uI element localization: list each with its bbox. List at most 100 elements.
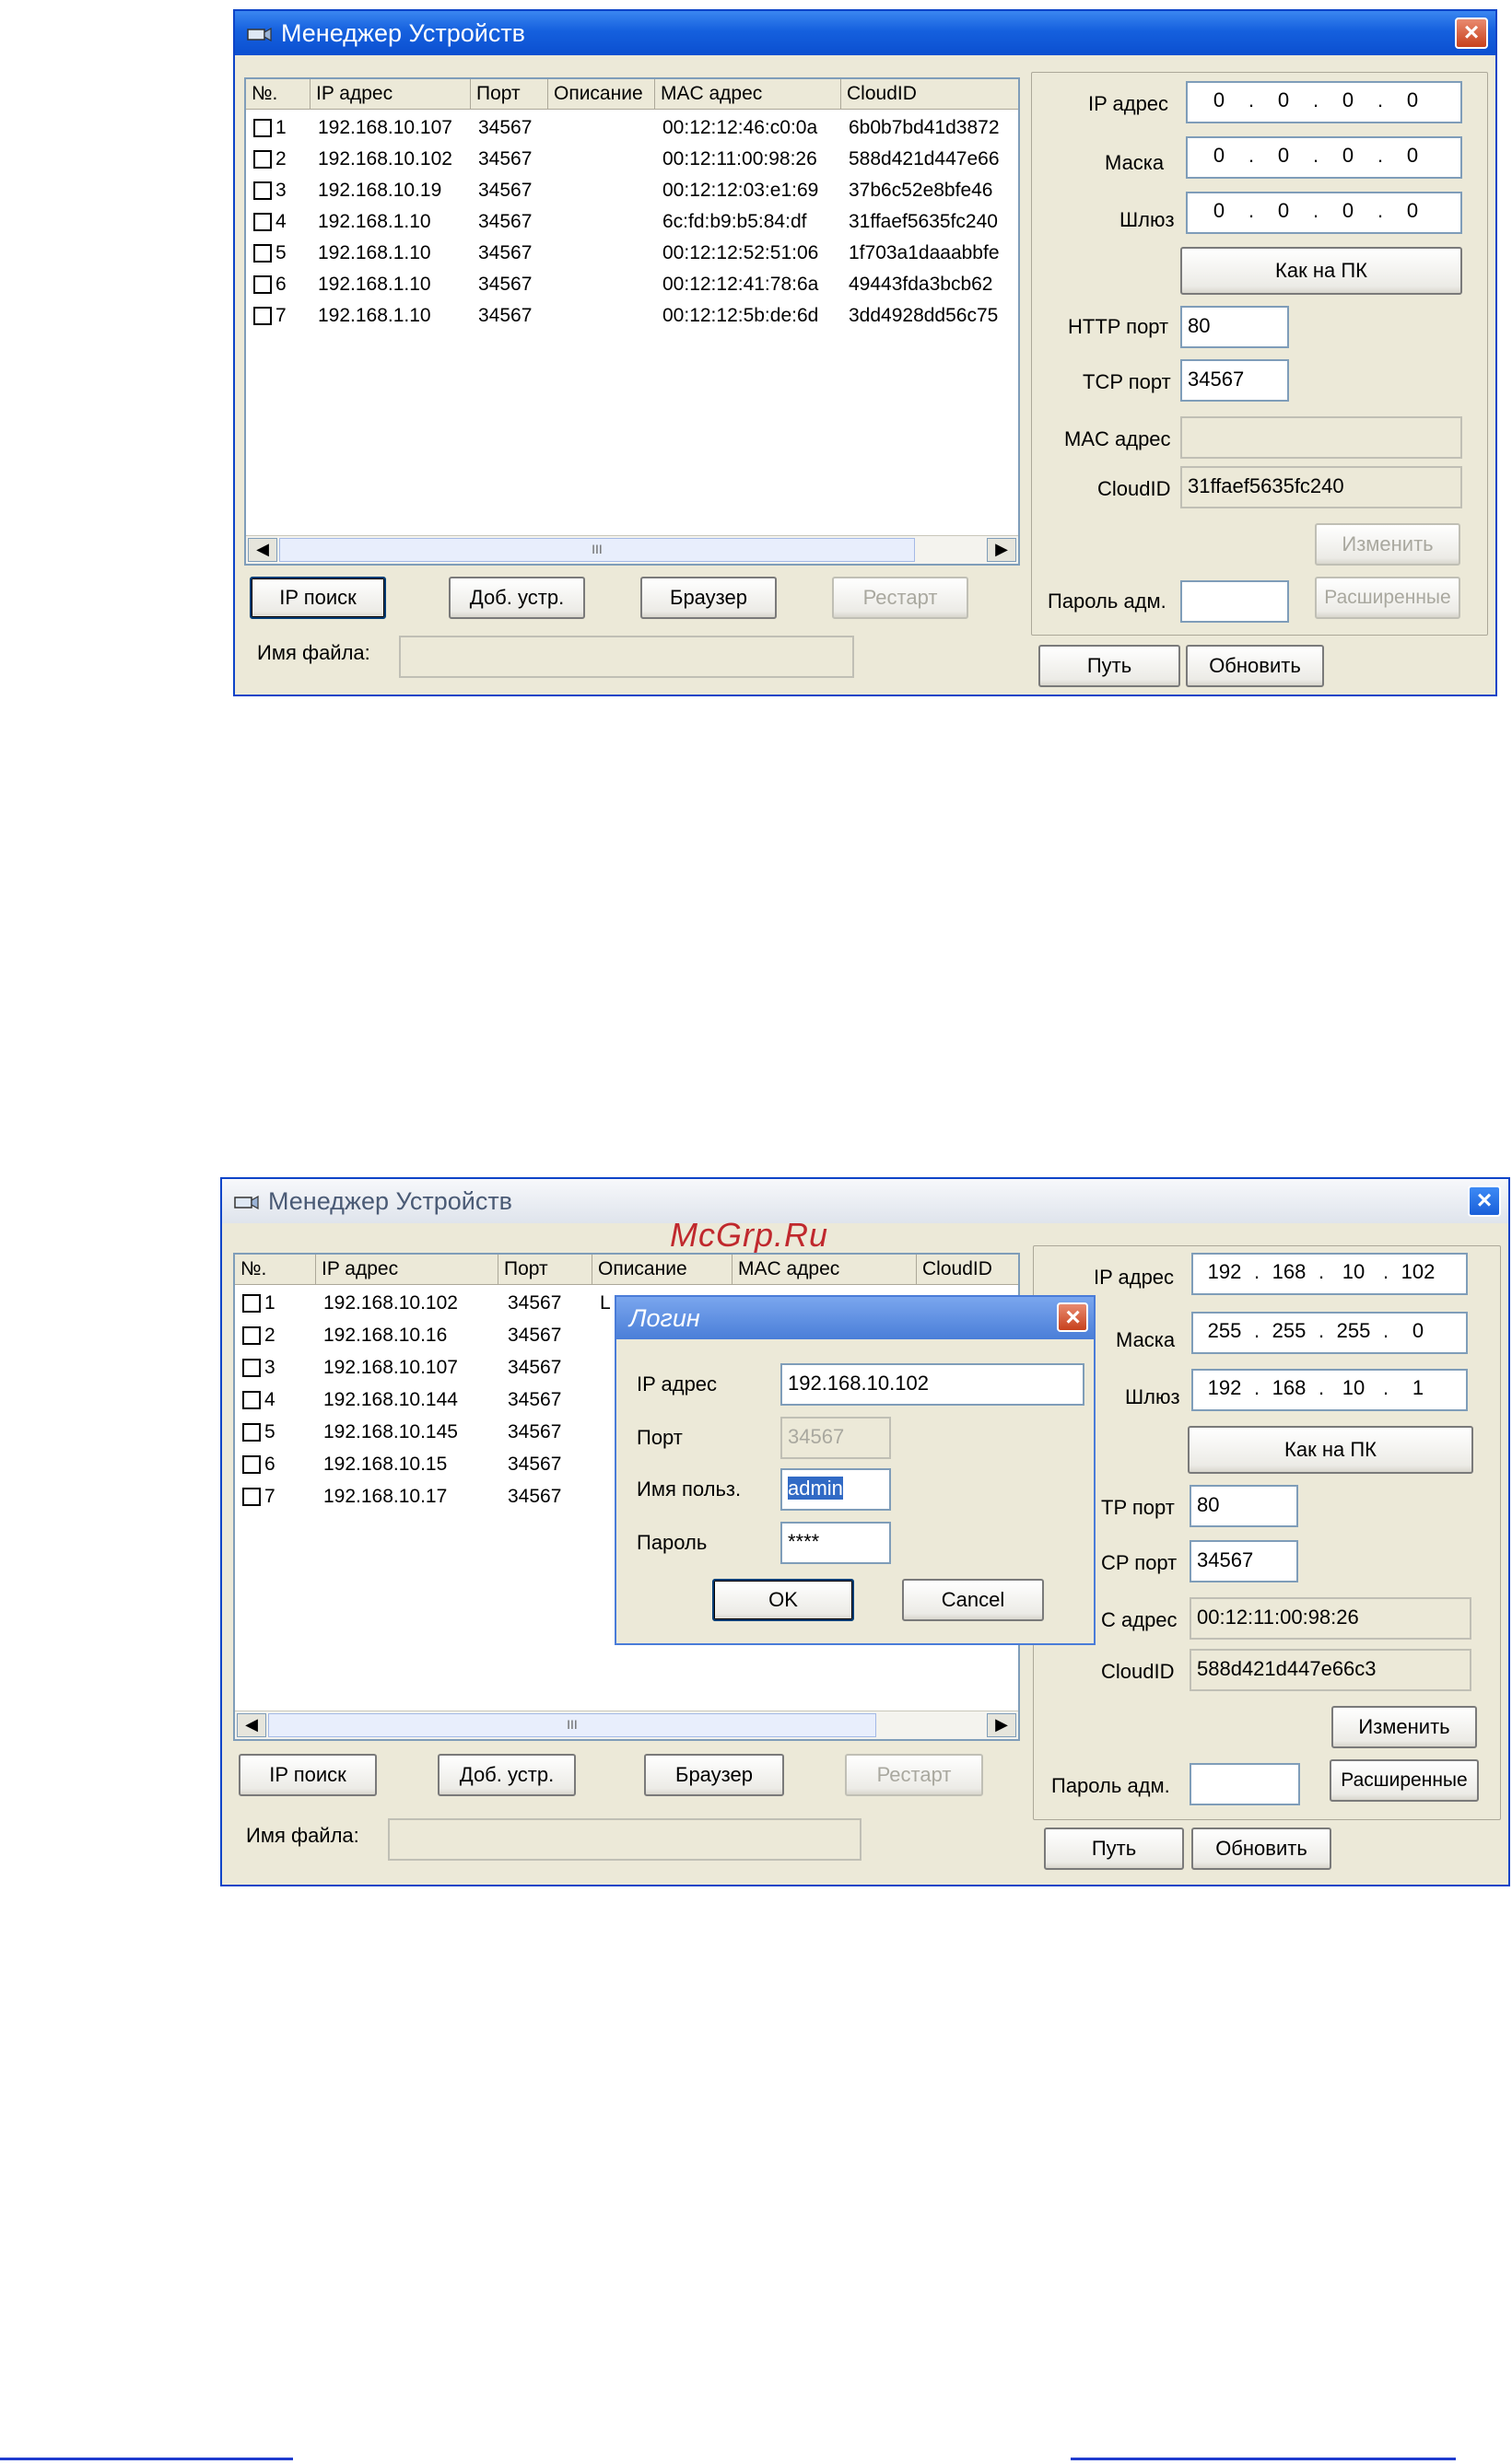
ip-octet: 0 — [1406, 144, 1419, 167]
horizontal-scrollbar[interactable]: ◀ III ▶ — [235, 1711, 1018, 1739]
row-checkbox[interactable] — [242, 1423, 261, 1442]
tcp-port-field[interactable]: 34567 — [1190, 1540, 1298, 1582]
row-checkbox[interactable] — [242, 1391, 261, 1409]
table-row[interactable]: 2 192.168.10.102 34567 00:12:11:00:98:26 588… — [246, 144, 1018, 175]
ip-field[interactable]: 192. 168. 10. 102 — [1191, 1253, 1468, 1295]
row-number: 6 — [264, 1454, 275, 1475]
ip-octet: 102 — [1401, 1260, 1436, 1283]
table-row[interactable]: 4 192.168.1.10 34567 6c:fd:b9:b5:84:df 31ffa… — [246, 206, 1018, 238]
scroll-right-icon[interactable]: ▶ — [987, 538, 1016, 562]
footer-link-left[interactable] — [0, 2458, 293, 2460]
row-number: 4 — [264, 1389, 275, 1410]
column-header-mac[interactable]: MAC адрес — [655, 79, 841, 109]
refresh-button[interactable]: Обновить — [1186, 645, 1324, 687]
column-header-cloud[interactable]: CloudID — [841, 79, 1018, 109]
column-header-num[interactable]: №. — [246, 79, 311, 109]
row-checkbox[interactable] — [253, 275, 272, 294]
row-checkbox[interactable] — [253, 244, 272, 263]
column-header-ip[interactable]: IP адрес — [311, 79, 471, 109]
restart-button[interactable]: Рестарт — [832, 577, 968, 619]
row-checkbox[interactable] — [242, 1294, 261, 1313]
window-titlebar[interactable]: Менеджер Устройств × — [222, 1179, 1508, 1223]
change-button[interactable]: Изменить — [1315, 523, 1460, 566]
advanced-button[interactable]: Расширенные — [1315, 577, 1460, 619]
gateway-field[interactable]: 0. 0. 0. 0 — [1186, 192, 1462, 234]
row-checkbox[interactable] — [253, 119, 272, 137]
table-row[interactable]: 7 192.168.1.10 34567 00:12:12:5b:de:6d 3dd49… — [246, 300, 1018, 332]
tcp-port-field[interactable]: 34567 — [1180, 359, 1289, 402]
add-device-button[interactable]: Доб. устр. — [449, 577, 585, 619]
table-row[interactable]: 6 192.168.1.10 34567 00:12:12:41:78:6a 49443… — [246, 269, 1018, 300]
login-user-field[interactable]: admin — [780, 1468, 891, 1511]
path-button[interactable]: Путь — [1038, 645, 1180, 687]
http-port-field[interactable]: 80 — [1180, 306, 1289, 348]
row-checkbox[interactable] — [253, 181, 272, 200]
dialog-titlebar[interactable]: Логин × — [616, 1297, 1094, 1339]
ip-dot: . — [1312, 144, 1319, 167]
http-port-field[interactable]: 80 — [1190, 1485, 1298, 1527]
admin-password-field[interactable] — [1190, 1763, 1300, 1805]
advanced-button[interactable]: Расширенные — [1330, 1759, 1479, 1802]
horizontal-scrollbar[interactable]: ◀ III ▶ — [246, 535, 1018, 564]
column-header-ip[interactable]: IP адрес — [316, 1255, 498, 1284]
footer-link-right[interactable] — [1071, 2458, 1456, 2460]
column-header-mac[interactable]: MAC адрес — [733, 1255, 917, 1284]
scroll-left-icon[interactable]: ◀ — [237, 1713, 266, 1737]
ip-search-button[interactable]: IP поиск — [250, 577, 386, 619]
as-pc-button[interactable]: Как на ПК — [1180, 247, 1462, 295]
table-row[interactable]: 5 192.168.1.10 34567 00:12:12:52:51:06 1f703… — [246, 238, 1018, 269]
scroll-thumb[interactable]: III — [279, 538, 915, 562]
scroll-thumb[interactable]: III — [268, 1713, 876, 1737]
mask-label: Маска — [1105, 151, 1165, 174]
scroll-left-icon[interactable]: ◀ — [248, 538, 277, 562]
cell-desc — [552, 112, 653, 144]
cell-ip: 192.168.10.102 — [323, 1292, 458, 1314]
close-icon[interactable]: × — [1468, 1185, 1501, 1217]
row-checkbox[interactable] — [253, 213, 272, 231]
device-list[interactable]: №. IP адрес Порт Описание MAC адрес Clou… — [244, 77, 1020, 566]
add-device-button[interactable]: Доб. устр. — [438, 1754, 576, 1796]
path-button[interactable]: Путь — [1044, 1828, 1184, 1870]
close-icon[interactable]: × — [1455, 18, 1488, 49]
column-header-port[interactable]: Порт — [498, 1255, 592, 1284]
ok-button[interactable]: OK — [712, 1579, 854, 1621]
column-header-desc[interactable]: Описание — [548, 79, 655, 109]
row-checkbox[interactable] — [242, 1488, 261, 1506]
row-checkbox[interactable] — [242, 1455, 261, 1474]
browser-button[interactable]: Браузер — [640, 577, 777, 619]
column-header-port[interactable]: Порт — [471, 79, 548, 109]
mask-field[interactable]: 255. 255. 255. 0 — [1191, 1312, 1468, 1354]
login-user-label: Имя польз. — [637, 1477, 742, 1501]
row-checkbox[interactable] — [253, 307, 272, 325]
row-checkbox[interactable] — [242, 1359, 261, 1377]
column-header-num[interactable]: №. — [235, 1255, 316, 1284]
cancel-button[interactable]: Cancel — [902, 1579, 1044, 1621]
as-pc-button[interactable]: Как на ПК — [1188, 1426, 1473, 1474]
row-number: 1 — [275, 117, 287, 138]
window-titlebar[interactable]: Менеджер Устройств × — [235, 11, 1495, 55]
mac-field: 00:12:11:00:98:26 — [1190, 1597, 1471, 1640]
table-row[interactable]: 1 192.168.10.107 34567 00:12:12:46:c0:0a 6b0… — [246, 112, 1018, 144]
scroll-right-icon[interactable]: ▶ — [987, 1713, 1016, 1737]
row-number: 7 — [275, 305, 287, 326]
mask-field[interactable]: 0. 0. 0. 0 — [1186, 136, 1462, 179]
ip-octet: 0 — [1277, 88, 1290, 111]
login-password-field[interactable]: **** — [780, 1522, 891, 1564]
restart-button[interactable]: Рестарт — [845, 1754, 983, 1796]
ip-octet: 0 — [1342, 88, 1354, 111]
ip-field[interactable]: 0. 0. 0. 0 — [1186, 81, 1462, 123]
table-row[interactable]: 3 192.168.10.19 34567 00:12:12:03:e1:69 37b6… — [246, 175, 1018, 206]
gateway-field[interactable]: 192. 168. 10. 1 — [1191, 1369, 1468, 1411]
row-checkbox[interactable] — [253, 150, 272, 169]
ip-search-button[interactable]: IP поиск — [239, 1754, 377, 1796]
row-checkbox[interactable] — [242, 1326, 261, 1345]
refresh-button[interactable]: Обновить — [1191, 1828, 1331, 1870]
column-header-cloud[interactable]: CloudID — [917, 1255, 1018, 1284]
column-header-desc[interactable]: Описание — [592, 1255, 733, 1284]
close-icon[interactable]: × — [1057, 1302, 1088, 1332]
browser-button[interactable]: Браузер — [644, 1754, 784, 1796]
login-ip-field[interactable]: 192.168.10.102 — [780, 1363, 1084, 1406]
admin-password-field[interactable] — [1180, 580, 1289, 623]
change-button[interactable]: Изменить — [1331, 1706, 1477, 1748]
gateway-label: Шлюз — [1125, 1385, 1180, 1408]
